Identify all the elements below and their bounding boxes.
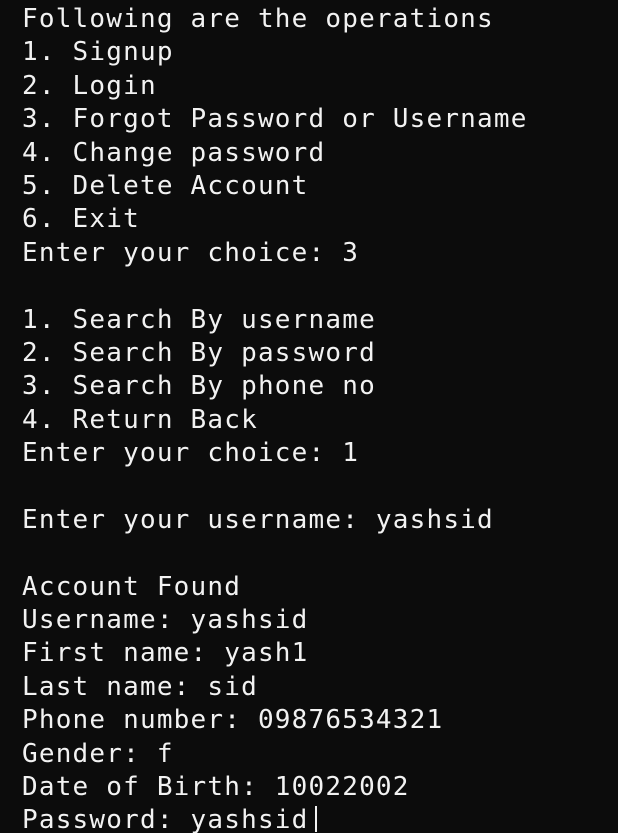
terminal-line: Following are the operations [22, 4, 494, 34]
terminal-line: 6. Exit [22, 204, 140, 235]
text-cursor [314, 806, 317, 833]
terminal-line: 5. Delete Account [22, 170, 309, 201]
terminal-line: Enter your choice: 3 [22, 237, 360, 268]
terminal-line: 1. Signup [22, 37, 174, 68]
terminal-line: 2. Search By password [22, 337, 376, 368]
terminal-line: Enter your choice: 1 [22, 438, 360, 469]
terminal-line: 3. Search By phone no [22, 371, 376, 402]
terminal-line: Phone number: 09876534321 [22, 705, 444, 736]
terminal-line: 4. Return Back [22, 404, 258, 435]
terminal-line: Enter your username: yashsid [22, 504, 494, 535]
terminal-line: Date of Birth: 10022002 [22, 771, 410, 802]
terminal-line: Last name: sid [22, 671, 258, 702]
terminal-line: Account Found [22, 571, 242, 602]
terminal-input-line[interactable]: Password: yashsid [22, 804, 618, 833]
terminal-window[interactable]: Following are the operations 1. Signup 2… [0, 0, 618, 833]
terminal-line: Gender: f [22, 738, 174, 769]
terminal-line-text: Password: yashsid [22, 805, 309, 833]
terminal-line: Username: yashsid [22, 605, 309, 636]
terminal-line: First name: yash1 [22, 638, 309, 669]
terminal-line: 2. Login [22, 70, 157, 101]
terminal-line: 3. Forgot Password or Username [22, 104, 528, 135]
terminal-line: 1. Search By username [22, 304, 376, 335]
terminal-line: 4. Change password [22, 137, 326, 168]
